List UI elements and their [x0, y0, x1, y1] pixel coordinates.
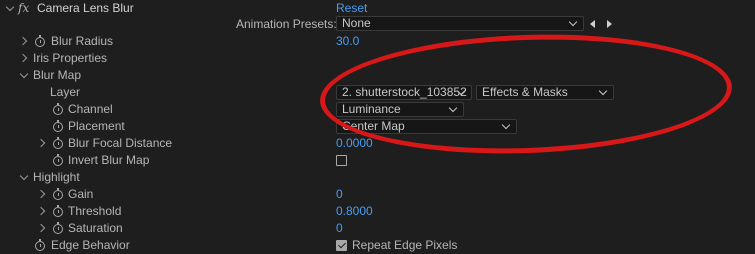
- property-row-threshold: Threshold 0.8000: [0, 203, 755, 220]
- stopwatch-icon[interactable]: [53, 137, 63, 149]
- property-label: Layer: [50, 85, 81, 99]
- expand-chevron-icon[interactable]: [18, 53, 28, 63]
- property-row-gain: Gain 0: [0, 186, 755, 203]
- threshold-value[interactable]: 0.8000: [336, 203, 373, 220]
- next-preset-icon[interactable]: [607, 20, 612, 28]
- property-label: Gain: [68, 187, 94, 201]
- expand-chevron-icon[interactable]: [36, 138, 46, 148]
- chevron-down-icon: [568, 17, 578, 27]
- expand-chevron-icon[interactable]: [18, 36, 28, 46]
- property-row-blur-radius: Blur Radius 30.0: [0, 33, 755, 50]
- property-row-layer: Layer 2. shutterstock_103852 Effects & M…: [0, 84, 755, 101]
- animation-presets-row: Animation Presets: None: [0, 15, 755, 32]
- gain-value[interactable]: 0: [336, 186, 343, 203]
- chevron-down-icon: [501, 120, 511, 130]
- repeat-edge-pixels-label: Repeat Edge Pixels: [352, 238, 458, 252]
- blur-radius-value[interactable]: 30.0: [336, 33, 359, 50]
- layer-dropdown[interactable]: 2. shutterstock_103852: [336, 85, 472, 100]
- property-label: Blur Focal Distance: [68, 136, 173, 150]
- property-group-iris: Iris Properties: [0, 50, 755, 67]
- expand-chevron-icon[interactable]: [36, 206, 46, 216]
- invert-blur-map-checkbox[interactable]: [336, 155, 347, 166]
- channel-dropdown[interactable]: Luminance: [336, 102, 464, 117]
- stopwatch-icon[interactable]: [35, 35, 45, 47]
- layer-source-dropdown[interactable]: Effects & Masks: [476, 85, 614, 100]
- property-label[interactable]: Highlight: [33, 169, 80, 186]
- saturation-value[interactable]: 0: [336, 220, 343, 237]
- channel-value: Luminance: [342, 102, 401, 116]
- property-group-highlight: Highlight: [0, 169, 755, 186]
- stopwatch-icon[interactable]: [53, 188, 63, 200]
- placement-value: Center Map: [342, 119, 405, 133]
- presets-dropdown[interactable]: None: [336, 16, 584, 31]
- property-label: Invert Blur Map: [68, 153, 150, 167]
- property-row-saturation: Saturation 0: [0, 220, 755, 237]
- layer-source-value: Effects & Masks: [482, 85, 568, 99]
- expand-chevron-icon[interactable]: [36, 189, 46, 199]
- collapse-chevron-icon[interactable]: [19, 69, 29, 79]
- presets-value: None: [342, 16, 371, 30]
- property-row-channel: Channel Luminance: [0, 101, 755, 118]
- property-label: Threshold: [68, 204, 122, 218]
- chevron-down-icon: [598, 86, 608, 96]
- collapse-chevron-icon[interactable]: [5, 2, 15, 12]
- property-row-placement: Placement Center Map: [0, 118, 755, 135]
- collapse-chevron-icon[interactable]: [19, 171, 29, 181]
- expand-chevron-icon[interactable]: [36, 223, 46, 233]
- stopwatch-icon[interactable]: [53, 222, 63, 234]
- stopwatch-icon[interactable]: [53, 120, 63, 132]
- blur-focal-distance-value[interactable]: 0.0000: [336, 135, 373, 152]
- property-label: Placement: [68, 119, 125, 133]
- presets-label: Animation Presets:: [236, 17, 337, 31]
- previous-preset-icon[interactable]: [590, 20, 595, 28]
- property-label: Blur Radius: [51, 34, 114, 48]
- chevron-down-icon: [448, 103, 458, 113]
- placement-dropdown[interactable]: Center Map: [336, 119, 517, 134]
- stopwatch-icon[interactable]: [53, 154, 63, 166]
- property-label[interactable]: Iris Properties: [33, 50, 107, 67]
- property-label: Saturation: [68, 221, 123, 235]
- property-label[interactable]: Blur Map: [33, 67, 81, 84]
- stopwatch-icon[interactable]: [53, 103, 63, 115]
- stopwatch-icon[interactable]: [53, 205, 63, 217]
- repeat-edge-pixels-checkbox[interactable]: [336, 240, 347, 251]
- property-label: Channel: [68, 102, 113, 116]
- property-row-blur-focal-distance: Blur Focal Distance 0.0000: [0, 135, 755, 152]
- property-label: Edge Behavior: [51, 238, 130, 252]
- property-group-blur-map: Blur Map: [0, 67, 755, 84]
- layer-value: 2. shutterstock_103852: [342, 85, 467, 99]
- property-row-edge-behavior: Edge Behavior Repeat Edge Pixels: [0, 237, 755, 254]
- property-row-invert-blur-map: Invert Blur Map: [0, 152, 755, 169]
